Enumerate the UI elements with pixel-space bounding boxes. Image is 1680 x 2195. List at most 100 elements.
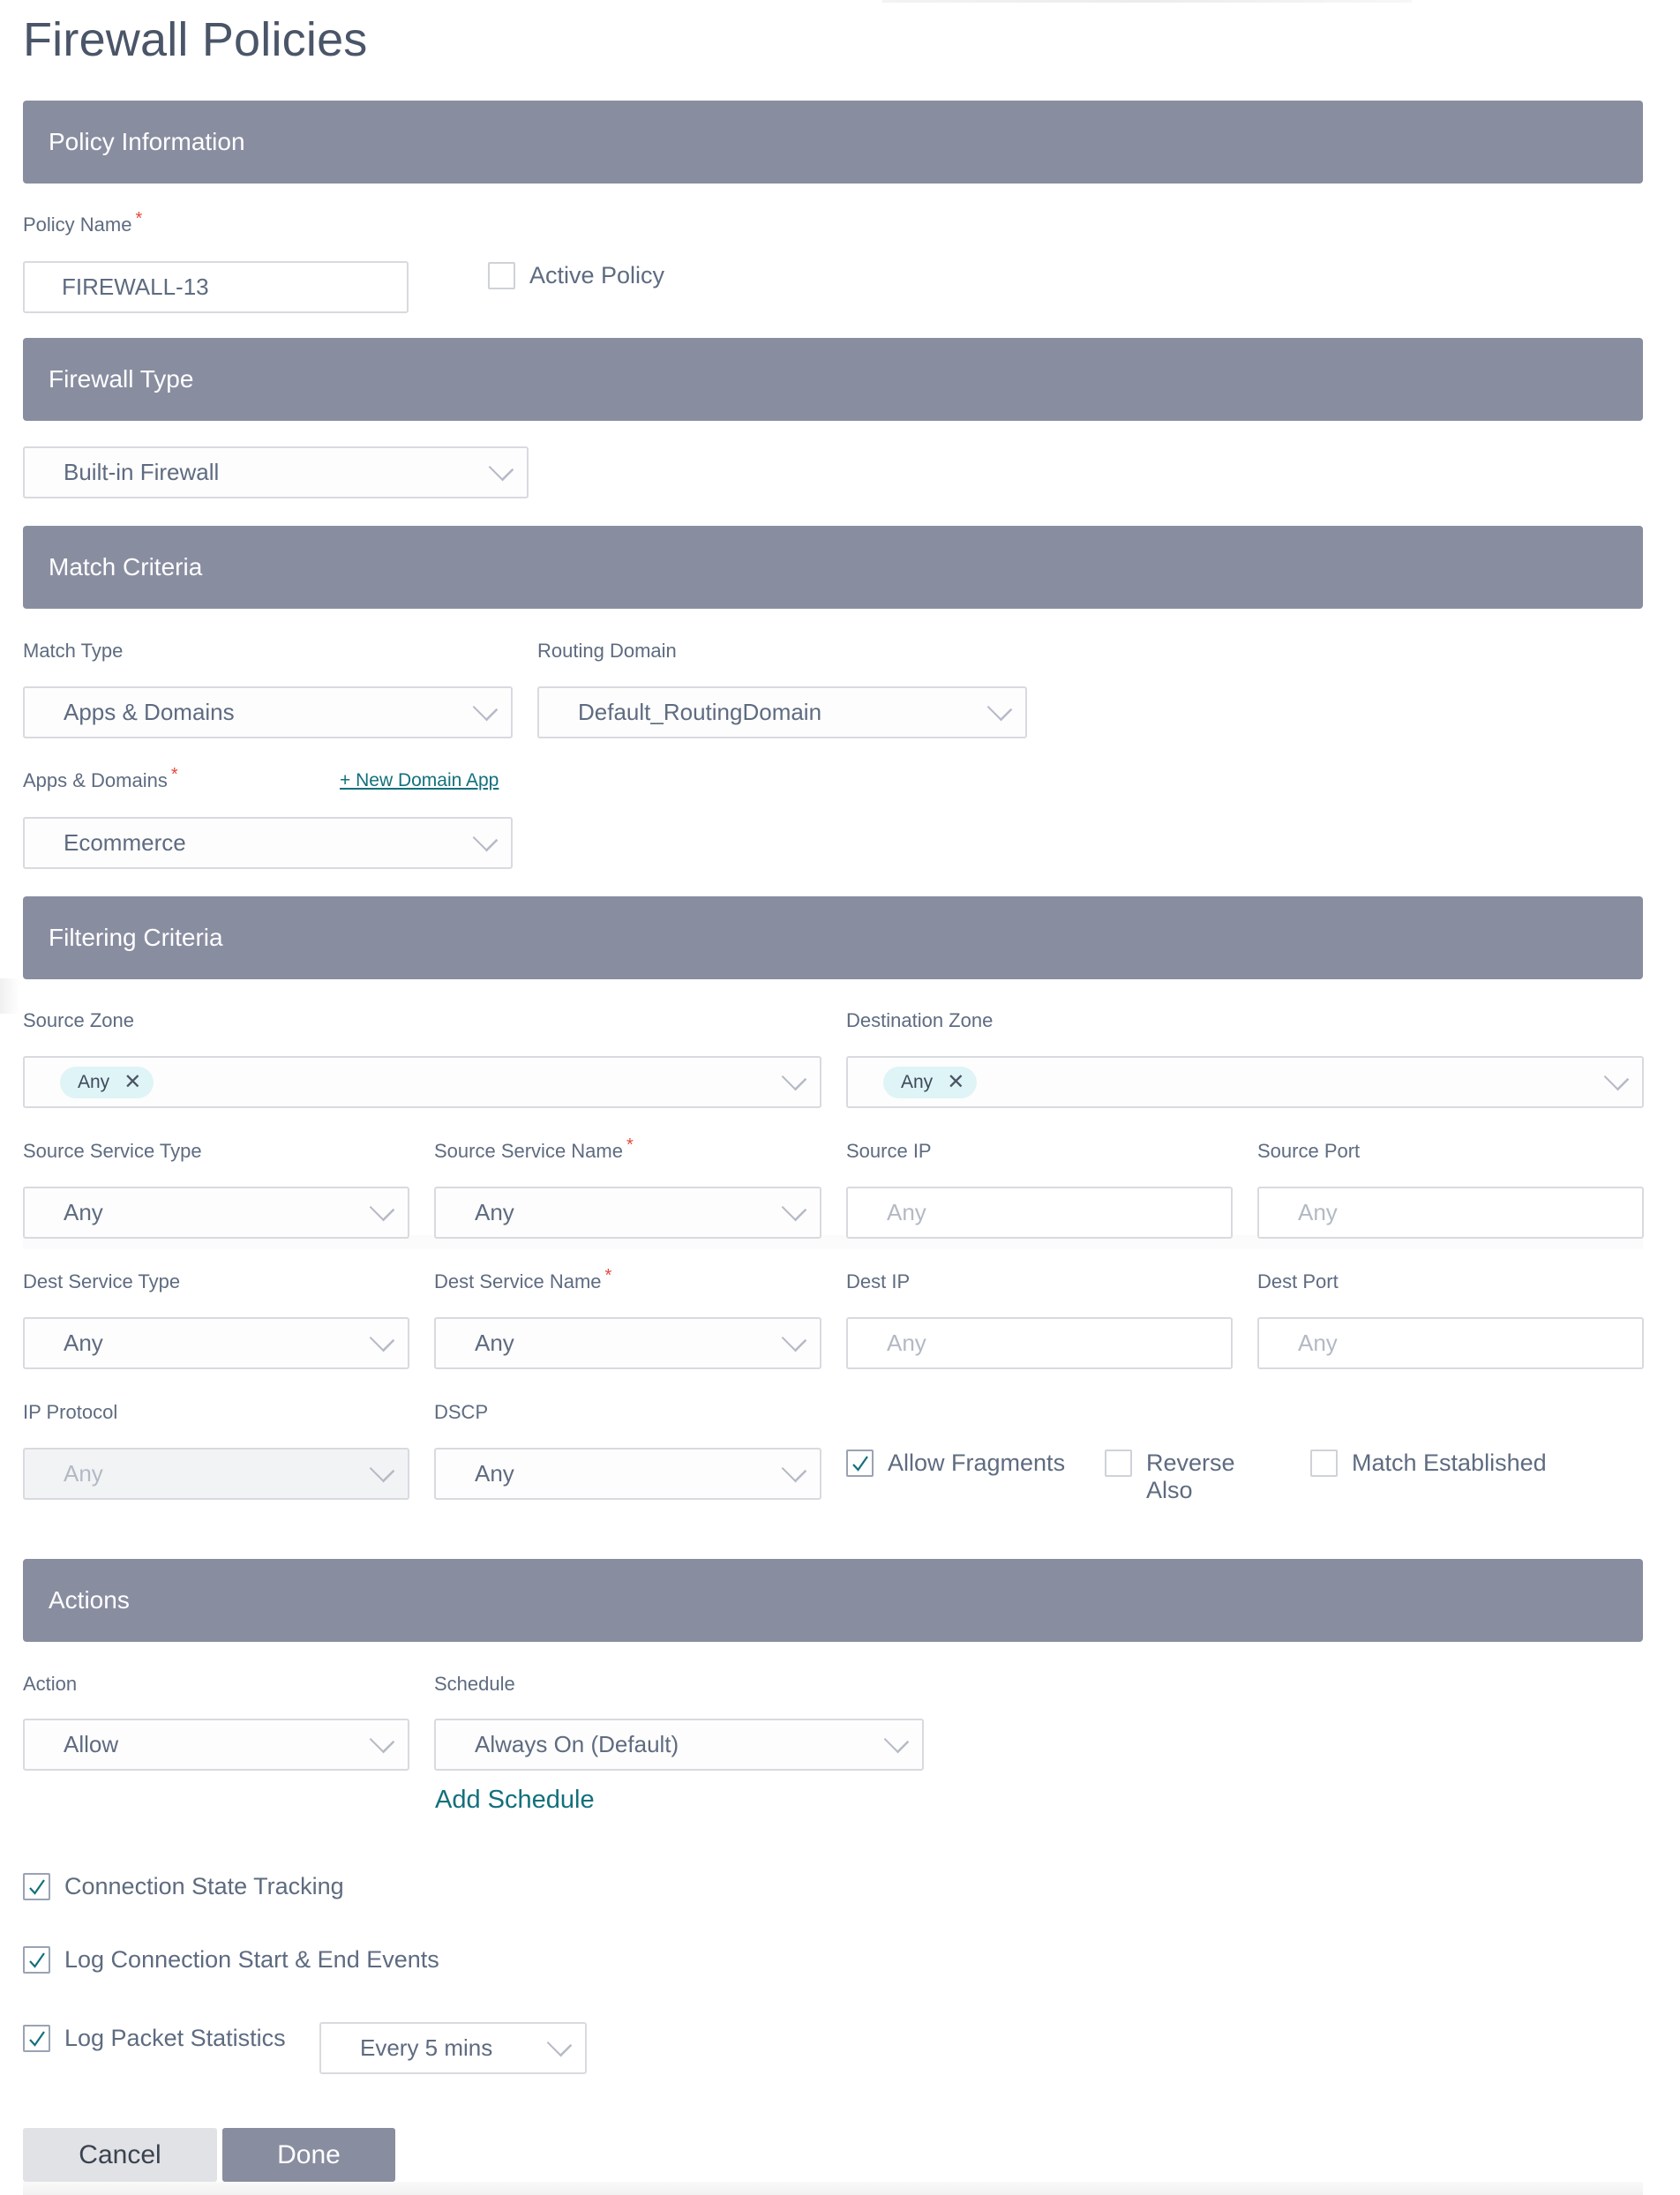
- log-packet-statistics-row[interactable]: Log Packet Statistics: [23, 2025, 286, 2052]
- schedule-value: Always On (Default): [475, 1731, 679, 1757]
- source-zone-label: Source Zone: [23, 1009, 134, 1031]
- section-title: Actions: [49, 1586, 130, 1614]
- policy-name-input[interactable]: FIREWALL-13: [23, 261, 409, 313]
- label-text: Apps & Domains: [23, 769, 168, 791]
- new-domain-app-link[interactable]: + New Domain App: [340, 770, 499, 791]
- chevron-down-icon: [369, 1326, 395, 1352]
- cancel-button[interactable]: Cancel: [23, 2128, 217, 2182]
- source-zone-multiselect[interactable]: Any ✕: [23, 1056, 821, 1108]
- allow-fragments-checkbox[interactable]: [846, 1450, 874, 1477]
- source-ip-input[interactable]: Any: [846, 1187, 1233, 1239]
- log-packet-statistics-label: Log Packet Statistics: [64, 2025, 286, 2051]
- source-ip-label: Source IP: [846, 1140, 932, 1162]
- dscp-label: DSCP: [434, 1401, 489, 1423]
- active-policy-checkbox[interactable]: [488, 262, 515, 289]
- top-edge-shadow: [882, 0, 1412, 3]
- chevron-down-icon: [986, 695, 1013, 721]
- chevron-down-icon: [472, 695, 499, 721]
- source-service-name-select[interactable]: Any: [434, 1187, 821, 1239]
- page-title: Firewall Policies: [23, 13, 368, 66]
- dest-service-type-label: Dest Service Type: [23, 1270, 181, 1292]
- reverse-also-checkbox-row[interactable]: Reverse Also: [1105, 1450, 1235, 1504]
- section-title: Match Criteria: [49, 553, 203, 581]
- log-connection-row[interactable]: Log Connection Start & End Events: [23, 1946, 439, 1974]
- allow-fragments-label: Allow Fragments: [888, 1450, 1066, 1476]
- destination-zone-multiselect[interactable]: Any ✕: [846, 1056, 1644, 1108]
- apps-domains-value: Ecommerce: [64, 829, 186, 856]
- close-icon[interactable]: ✕: [947, 1071, 964, 1093]
- schedule-select[interactable]: Always On (Default): [434, 1719, 924, 1771]
- ip-protocol-label: IP Protocol: [23, 1401, 118, 1423]
- source-port-input[interactable]: Any: [1257, 1187, 1644, 1239]
- match-type-value: Apps & Domains: [64, 699, 235, 725]
- log-connection-checkbox[interactable]: [23, 1946, 50, 1974]
- chevron-down-icon: [781, 1326, 807, 1352]
- dest-service-name-select[interactable]: Any: [434, 1317, 821, 1369]
- destination-zone-chip[interactable]: Any ✕: [883, 1066, 978, 1098]
- source-service-type-select[interactable]: Any: [23, 1187, 409, 1239]
- firewall-type-select[interactable]: Built-in Firewall: [23, 446, 529, 498]
- ip-protocol-select: Any: [23, 1448, 409, 1500]
- chevron-down-icon: [488, 455, 514, 481]
- dest-ip-input[interactable]: Any: [846, 1317, 1233, 1369]
- close-icon[interactable]: ✕: [124, 1071, 141, 1093]
- required-asterisk: *: [604, 1266, 612, 1285]
- chevron-down-icon: [369, 1457, 395, 1482]
- required-asterisk: *: [135, 209, 143, 228]
- chevron-down-icon: [472, 826, 499, 851]
- match-established-label: Match Established: [1352, 1450, 1547, 1476]
- label-text: Policy Name: [23, 214, 132, 236]
- checkmark-icon: [28, 1878, 45, 1895]
- source-port-placeholder: Any: [1298, 1199, 1338, 1225]
- chevron-down-icon: [1603, 1065, 1630, 1090]
- section-header-filtering-criteria: Filtering Criteria: [23, 896, 1643, 979]
- action-select[interactable]: Allow: [23, 1719, 409, 1771]
- chevron-down-icon: [369, 1195, 395, 1221]
- active-policy-checkbox-row[interactable]: Active Policy: [488, 262, 664, 289]
- chevron-down-icon: [883, 1727, 910, 1753]
- log-interval-select[interactable]: Every 5 mins: [319, 2022, 587, 2074]
- dest-port-input[interactable]: Any: [1257, 1317, 1644, 1369]
- routing-domain-value: Default_RoutingDomain: [578, 699, 822, 725]
- chip-label: Any: [78, 1071, 110, 1092]
- dest-ip-label: Dest IP: [846, 1270, 911, 1292]
- active-policy-label: Active Policy: [529, 262, 665, 288]
- connection-state-tracking-checkbox[interactable]: [23, 1873, 50, 1900]
- log-packet-statistics-checkbox[interactable]: [23, 2025, 50, 2052]
- dscp-value: Any: [475, 1460, 514, 1487]
- label-text: Source Service Name: [434, 1140, 623, 1162]
- match-type-label: Match Type: [23, 640, 124, 662]
- dest-port-label: Dest Port: [1257, 1270, 1339, 1292]
- dest-service-name-label: Dest Service Name *: [434, 1266, 611, 1293]
- allow-fragments-checkbox-row[interactable]: Allow Fragments: [846, 1450, 1065, 1477]
- routing-domain-select[interactable]: Default_RoutingDomain: [537, 686, 1027, 738]
- reverse-also-checkbox[interactable]: [1105, 1450, 1132, 1477]
- dest-service-name-value: Any: [475, 1330, 514, 1356]
- section-header-actions: Actions: [23, 1559, 1643, 1642]
- chevron-down-icon: [546, 2031, 573, 2056]
- source-service-type-value: Any: [64, 1199, 103, 1225]
- chevron-down-icon: [781, 1457, 807, 1482]
- chevron-down-icon: [369, 1727, 395, 1753]
- ip-protocol-value: Any: [64, 1460, 103, 1487]
- source-zone-chip[interactable]: Any ✕: [60, 1066, 154, 1098]
- dest-service-type-value: Any: [64, 1330, 103, 1356]
- chevron-down-icon: [781, 1065, 807, 1090]
- source-ip-placeholder: Any: [887, 1199, 926, 1225]
- add-schedule-link[interactable]: Add Schedule: [435, 1786, 595, 1815]
- checkmark-icon: [851, 1455, 868, 1472]
- source-port-label: Source Port: [1257, 1140, 1361, 1162]
- section-header-policy-information: Policy Information: [23, 101, 1643, 184]
- apps-domains-select[interactable]: Ecommerce: [23, 817, 513, 869]
- firewall-type-value: Built-in Firewall: [64, 459, 220, 485]
- dest-service-type-select[interactable]: Any: [23, 1317, 409, 1369]
- match-type-select[interactable]: Apps & Domains: [23, 686, 513, 738]
- match-established-checkbox[interactable]: [1310, 1450, 1338, 1477]
- required-asterisk: *: [170, 765, 178, 784]
- routing-domain-label: Routing Domain: [537, 640, 677, 662]
- match-established-checkbox-row[interactable]: Match Established: [1310, 1450, 1547, 1477]
- schedule-label: Schedule: [434, 1673, 515, 1695]
- dscp-select[interactable]: Any: [434, 1448, 821, 1500]
- done-button[interactable]: Done: [222, 2128, 395, 2182]
- connection-state-tracking-row[interactable]: Connection State Tracking: [23, 1873, 344, 1900]
